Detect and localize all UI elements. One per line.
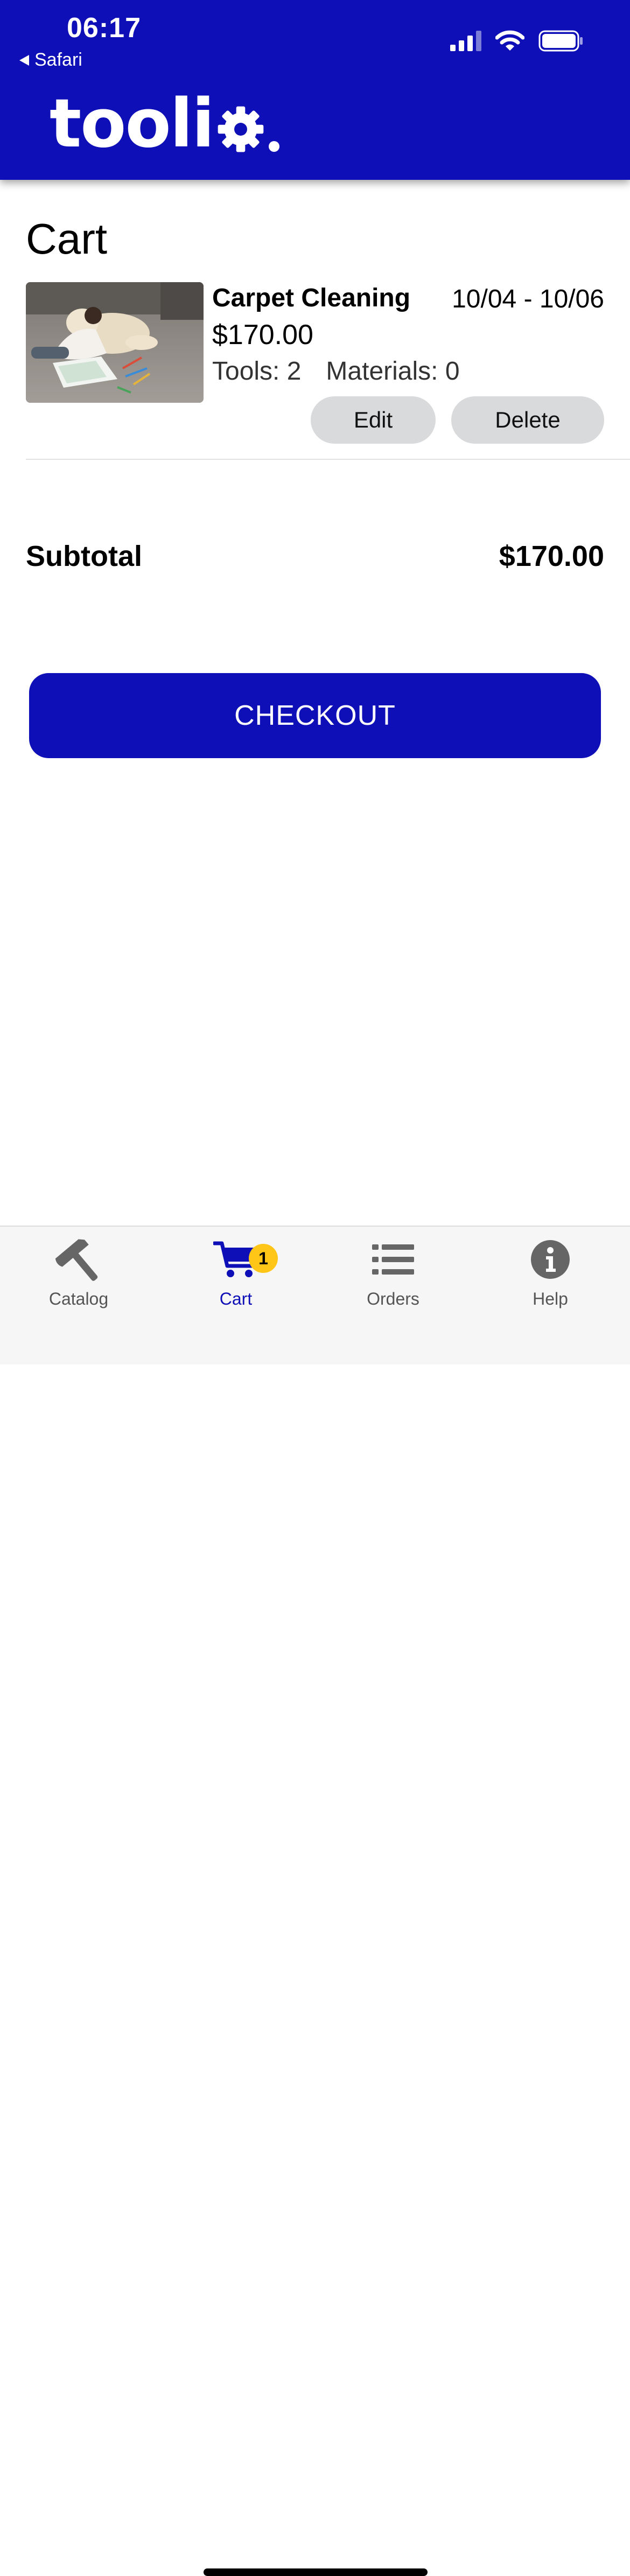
tab-orders-label: Orders [367, 1289, 419, 1308]
cart-item-counts: Tools: 2 Materials: 0 [212, 356, 460, 386]
checkout-button[interactable]: CHECKOUT [29, 673, 601, 758]
tab-cart[interactable]: 1 Cart [157, 1235, 314, 1309]
logo-dot [268, 141, 279, 152]
list-icon [372, 1244, 414, 1275]
edit-button[interactable]: Edit [311, 396, 436, 444]
delete-button[interactable]: Delete [451, 396, 604, 444]
toolio-logo: tooli [50, 90, 279, 157]
status-time: 06:17 [67, 12, 141, 44]
cart-item-thumbnail[interactable] [26, 282, 204, 403]
home-indicator[interactable] [204, 2568, 428, 2576]
tools-count: Tools: 2 [212, 357, 302, 386]
logo-text: tooli [50, 85, 215, 163]
back-app-label: Safari [34, 50, 82, 70]
status-icons [450, 30, 584, 52]
wifi-icon [495, 30, 524, 51]
info-icon [531, 1240, 570, 1279]
carpet-cleaning-photo [26, 282, 204, 403]
tab-cart-label: Cart [219, 1289, 253, 1308]
subtotal-label: Subtotal [26, 540, 142, 572]
tab-help-label: Help [533, 1289, 568, 1308]
back-to-safari-link[interactable]: Safari [19, 50, 82, 71]
hammer-icon [55, 1239, 98, 1281]
back-arrow-icon [19, 54, 29, 66]
cart-item-price: $170.00 [212, 319, 313, 351]
cart-item-name: Carpet Cleaning [212, 284, 411, 312]
tab-bar: Catalog 1 Cart Orders Help [0, 1226, 630, 2576]
gear-icon [218, 106, 263, 152]
divider [26, 459, 630, 460]
cart-count-badge: 1 [249, 1244, 278, 1273]
cellular-signal-icon [450, 31, 481, 51]
tab-orders[interactable]: Orders [314, 1235, 472, 1309]
battery-icon [538, 30, 583, 52]
tab-catalog-label: Catalog [48, 1289, 109, 1308]
subtotal-value: $170.00 [499, 540, 604, 572]
cart-item-dates: 10/04 - 10/06 [452, 285, 604, 313]
tab-catalog[interactable]: Catalog [0, 1235, 157, 1309]
page-title: Cart [26, 215, 108, 263]
app-header: 06:17 Safari tooli [0, 0, 630, 180]
materials-count: Materials: 0 [326, 357, 460, 386]
tab-help[interactable]: Help [472, 1235, 629, 1309]
